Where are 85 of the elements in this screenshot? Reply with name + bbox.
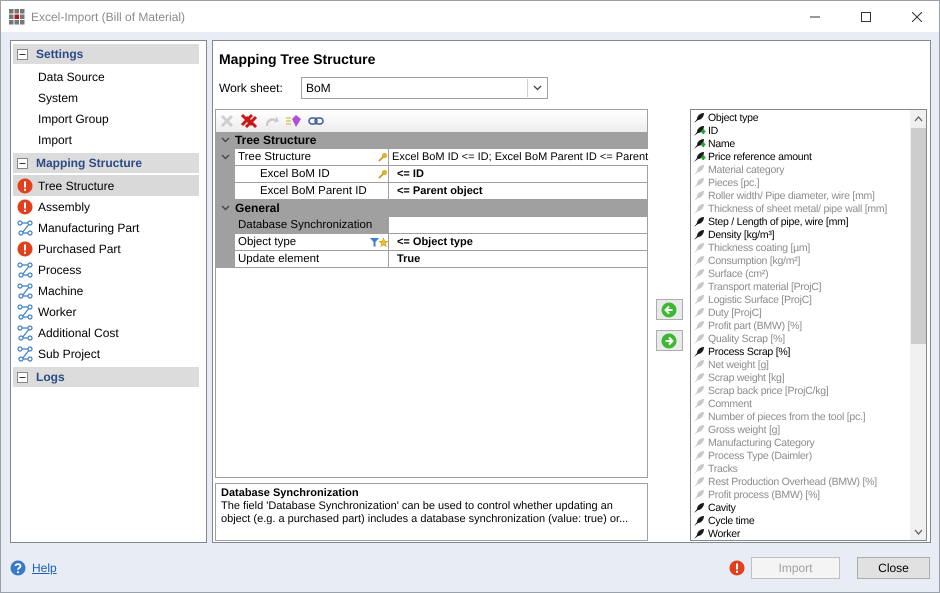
field-item[interactable]: Price reference amount (693, 150, 910, 163)
move-left-button[interactable] (656, 299, 682, 320)
group-title: Settings (36, 47, 84, 61)
error-icon (17, 240, 33, 256)
field-item[interactable]: Worker (693, 527, 910, 540)
property-row[interactable]: Excel BoM Parent ID <= Parent object (216, 183, 647, 200)
property-value[interactable]: True (389, 251, 647, 267)
property-row[interactable]: Update element True (216, 251, 647, 268)
close-icon[interactable] (912, 12, 922, 22)
category-title: General (235, 201, 280, 215)
nav-item[interactable]: Assembly (13, 196, 199, 217)
collapse-icon[interactable] (17, 372, 28, 382)
property-value[interactable]: Excel BoM ID <= ID; Excel BoM Parent ID <= Parent (389, 149, 648, 165)
panel-title: Mapping Tree Structure (218, 50, 376, 68)
property-label: Database Synchronization (238, 219, 374, 231)
worksheet-dropdown[interactable]: BoM (301, 77, 548, 99)
nav-item[interactable]: Sub Project (13, 343, 199, 364)
property-value[interactable]: <= ID (389, 166, 647, 182)
collapse-icon[interactable] (17, 48, 28, 60)
field-item[interactable]: Density [kg/m³] (693, 228, 910, 241)
nav-item[interactable]: Import (13, 129, 199, 150)
property-row[interactable]: Object type <= Object type (216, 234, 647, 251)
error-icon (729, 560, 745, 576)
field-item[interactable]: Process Scrap [%] (693, 345, 910, 358)
nav-item[interactable]: System (13, 87, 199, 108)
app-icon (9, 8, 25, 24)
field-item[interactable]: Cycle time (693, 514, 910, 527)
field-item[interactable]: Step / Length of pipe, wire [mm] (693, 215, 910, 228)
add-property-icon[interactable] (286, 114, 302, 128)
move-right-button[interactable] (656, 330, 682, 351)
property-row[interactable]: Database Synchronization (216, 217, 647, 234)
field-item[interactable]: Name (693, 137, 910, 150)
delete-all-icon[interactable] (240, 113, 258, 129)
node-graph-icon (17, 220, 33, 236)
property-value[interactable]: <= Parent object (389, 183, 647, 199)
nav-item[interactable]: Import Group (13, 108, 199, 129)
caret-icon (532, 85, 542, 91)
category-header[interactable]: General (216, 200, 647, 217)
nav-item[interactable]: Process (13, 259, 199, 280)
node-graph-icon (17, 262, 33, 278)
nav-item[interactable]: Worker (13, 301, 199, 322)
maximize-icon[interactable] (860, 12, 870, 22)
description-title: Database Synchronization (221, 487, 360, 500)
property-label: Excel BoM ID (260, 168, 331, 180)
node-graph-icon (17, 282, 33, 298)
error-icon (17, 178, 33, 194)
property-value[interactable]: <= Object type (389, 234, 647, 250)
property-label: Update element (238, 253, 320, 265)
property-label: Excel BoM Parent ID (260, 185, 368, 197)
field-item[interactable]: Object type (693, 111, 910, 124)
group-title: Mapping Structure (36, 156, 142, 170)
description-text: The field 'Database Synchronization' can be used to control whether updating an object (e.g. a purchased part) includes a database synchronization (value: true) or... (221, 500, 630, 526)
group-header[interactable]: Mapping Structure (13, 153, 199, 173)
scrollbar[interactable] (910, 110, 926, 540)
error-icon (17, 198, 33, 214)
collapse-icon[interactable] (17, 158, 28, 168)
nav-item[interactable]: Data Source (13, 66, 199, 87)
group-header[interactable]: Logs (13, 367, 199, 387)
node-graph-icon (17, 324, 33, 340)
property-label: Tree Structure (238, 151, 312, 163)
chevron-icon[interactable] (221, 154, 230, 160)
nav-item[interactable]: Machine (13, 280, 199, 301)
node-graph-icon (17, 346, 33, 362)
property-row[interactable]: Tree Structure Excel BoM ID <= ID; Excel BoM Parent ID <= Parent (216, 149, 647, 166)
property-label: Object type (238, 236, 298, 248)
group-header[interactable]: Settings (13, 44, 199, 64)
help-icon[interactable] (10, 560, 26, 576)
chevron-icon[interactable] (221, 205, 230, 211)
node-graph-icon (17, 304, 33, 320)
category-title: Tree Structure (235, 133, 316, 147)
nav-item[interactable]: Additional Cost (13, 322, 199, 343)
window-title: Excel-Import (Bill of Material) (31, 10, 186, 24)
worksheet-label: Work sheet: (219, 81, 284, 95)
chevron-icon[interactable] (221, 137, 230, 143)
property-row[interactable]: Excel BoM ID <= ID (216, 166, 647, 183)
field-item[interactable]: Cavity (693, 501, 910, 514)
help-link[interactable]: Help (32, 560, 723, 574)
group-title: Logs (36, 370, 65, 384)
field-item[interactable]: ID (693, 124, 910, 137)
nav-item[interactable]: Purchased Part (13, 238, 199, 259)
nav-item[interactable]: Tree Structure (13, 175, 199, 196)
close-dialog-button[interactable]: Close (857, 556, 930, 578)
link-icon[interactable] (308, 116, 324, 126)
nav-item[interactable]: Manufacturing Part (13, 217, 199, 238)
category-header[interactable]: Tree Structure (216, 132, 647, 149)
